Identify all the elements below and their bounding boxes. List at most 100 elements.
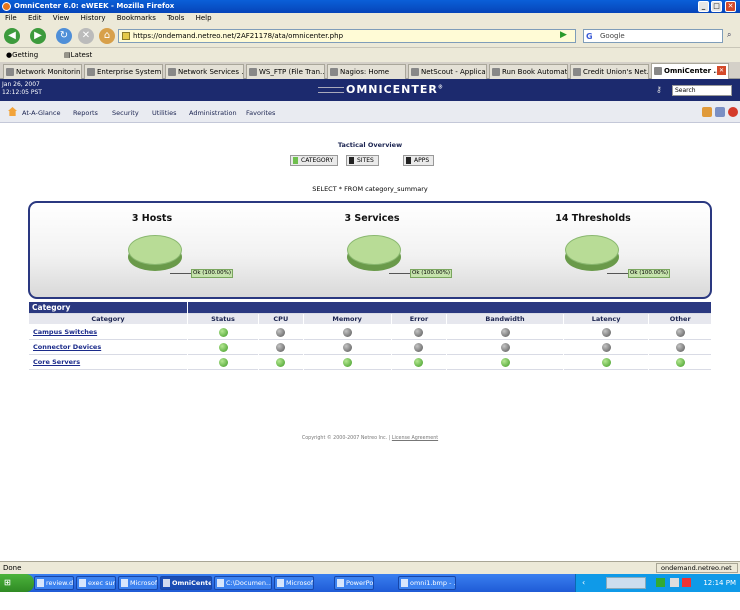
tray-arrow-icon[interactable]: ‹ [582, 578, 585, 587]
menu-file[interactable]: File [5, 14, 17, 22]
category-view-button[interactable]: CATEGORY [290, 155, 339, 166]
menu-bookmarks[interactable]: Bookmarks [117, 14, 156, 22]
tab-nagios[interactable]: Nagios: Home [327, 64, 406, 79]
taskbar-item[interactable]: PowerPoint ... [334, 576, 374, 590]
tab-netscout[interactable]: NetScout - Applica... [408, 64, 487, 79]
tab-close-icon[interactable]: ✕ [717, 66, 726, 75]
category-link[interactable]: Core Servers [33, 358, 80, 366]
status-unknown-icon[interactable] [601, 327, 611, 337]
tab-network-monitoring[interactable]: Network Monitorin... [3, 64, 82, 79]
taskbar-item[interactable]: C:\Documen... [214, 576, 272, 590]
services-pie[interactable] [347, 235, 401, 273]
status-unknown-icon[interactable] [342, 327, 352, 337]
status-unknown-icon[interactable] [414, 327, 424, 337]
stop-icon[interactable]: ✕ [78, 28, 94, 44]
col-bandwidth: Bandwidth [447, 314, 563, 325]
nav-administration[interactable]: Administration [189, 109, 237, 117]
tab-label: Run Book Automat... [502, 68, 568, 76]
taskbar-item[interactable]: OmniCente... [160, 576, 212, 590]
thresholds-pie[interactable] [565, 235, 619, 273]
tab-run-book[interactable]: Run Book Automat... [489, 64, 568, 79]
pie-leader [607, 273, 629, 274]
status-ok-icon[interactable] [601, 357, 611, 367]
status-ok-icon[interactable] [218, 357, 228, 367]
tab-ws-ftp[interactable]: WS_FTP (File Tran... [246, 64, 325, 79]
status-unknown-icon[interactable] [414, 342, 424, 352]
bookmarks-bar: ● Getting Started ▤ Latest Headlines [0, 48, 740, 73]
nav-favorites[interactable]: Favorites [246, 109, 275, 117]
status-ok-icon[interactable] [414, 357, 424, 367]
home-icon[interactable]: ⌂ [99, 28, 115, 44]
url-input[interactable]: https://ondemand.netreo.net/2AF21178/ata… [118, 29, 576, 43]
tab-credit-union[interactable]: Credit Union's Net... [570, 64, 649, 79]
status-ok-icon[interactable] [218, 327, 228, 337]
close-button[interactable]: ✕ [725, 1, 736, 12]
nav-reports[interactable]: Reports [73, 109, 98, 117]
sites-view-button[interactable]: SITES [346, 155, 379, 166]
menu-history[interactable]: History [81, 14, 106, 22]
status-ok-icon[interactable] [276, 357, 286, 367]
taskbar-item[interactable]: exec sum.do... [76, 576, 116, 590]
key-icon[interactable]: ⚷ [656, 85, 662, 94]
status-unknown-icon[interactable] [342, 342, 352, 352]
status-unknown-icon[interactable] [276, 342, 286, 352]
tab-label: Credit Union's Net... [583, 68, 649, 76]
menu-tools[interactable]: Tools [167, 14, 184, 22]
taskbar-item[interactable]: Microsoft Po... [274, 576, 314, 590]
tab-enterprise-system[interactable]: Enterprise System... [84, 64, 163, 79]
taskbar-item[interactable]: omni1.bmp - ... [398, 576, 456, 590]
taskbar-item-label: Microsoft Po... [286, 579, 314, 587]
status-ok-icon[interactable] [675, 357, 685, 367]
tray-app-icon[interactable] [656, 578, 665, 587]
taskbar-app-icon [163, 579, 170, 587]
table-row: Core Servers [29, 355, 711, 370]
tools-icon[interactable] [715, 107, 725, 117]
status-unknown-icon[interactable] [500, 342, 510, 352]
nav-at-a-glance[interactable]: At-A-Glance [22, 109, 61, 117]
status-unknown-icon[interactable] [675, 327, 685, 337]
taskbar-item[interactable]: review.doc -... [34, 576, 74, 590]
maximize-button[interactable]: □ [711, 1, 722, 12]
status-unknown-icon[interactable] [276, 327, 286, 337]
menu-view[interactable]: View [53, 14, 70, 22]
status-ok-icon[interactable] [500, 357, 510, 367]
app-search-input[interactable]: Search [672, 85, 732, 96]
bookmark-getting-started[interactable]: ● Getting Started [6, 48, 38, 73]
nav-utilities[interactable]: Utilities [152, 109, 176, 117]
search-input[interactable]: G Google [583, 29, 723, 43]
reload-icon[interactable]: ↻ [56, 28, 72, 44]
home-icon[interactable] [8, 107, 17, 116]
apps-view-button[interactable]: APPS [403, 155, 435, 166]
url-text: https://ondemand.netreo.net/2AF21178/ata… [133, 32, 344, 40]
taskbar-item[interactable]: Microsoft Ou... [118, 576, 158, 590]
hosts-pie[interactable] [128, 235, 182, 273]
category-link[interactable]: Connector Devices [33, 343, 101, 351]
license-link[interactable]: License Agreement [392, 436, 438, 441]
menu-edit[interactable]: Edit [28, 14, 42, 22]
nero-scout-icon[interactable] [606, 577, 646, 589]
status-unknown-icon[interactable] [601, 342, 611, 352]
go-icon[interactable]: ▶ [560, 30, 567, 40]
menu-help[interactable]: Help [196, 14, 212, 22]
forward-arrow-icon[interactable]: ▶ [30, 28, 46, 44]
status-cell [563, 325, 649, 340]
tab-network-services[interactable]: Network Services ... [165, 64, 244, 79]
back-arrow-icon[interactable]: ◀ [4, 28, 20, 44]
tray-network-icon[interactable] [670, 578, 679, 587]
status-ok-icon[interactable] [342, 357, 352, 367]
tab-favicon-icon [411, 68, 419, 76]
category-link[interactable]: Campus Switches [33, 328, 97, 336]
status-ok-icon[interactable] [218, 342, 228, 352]
tray-security-icon[interactable] [682, 578, 691, 587]
search-go-icon[interactable]: ⌕ [727, 30, 731, 40]
nav-security[interactable]: Security [112, 109, 139, 117]
start-button[interactable]: ⊞ Start [0, 574, 34, 605]
help-icon[interactable] [728, 107, 738, 117]
tab-omnicenter[interactable]: OmniCenter ... ✕ [651, 63, 729, 79]
report-icon[interactable] [702, 107, 712, 117]
status-unknown-icon[interactable] [675, 342, 685, 352]
status-unknown-icon[interactable] [500, 327, 510, 337]
bookmark-latest-headlines[interactable]: ▤ Latest Headlines [64, 48, 105, 73]
taskbar-app-icon [337, 579, 344, 587]
minimize-button[interactable]: _ [698, 1, 709, 12]
